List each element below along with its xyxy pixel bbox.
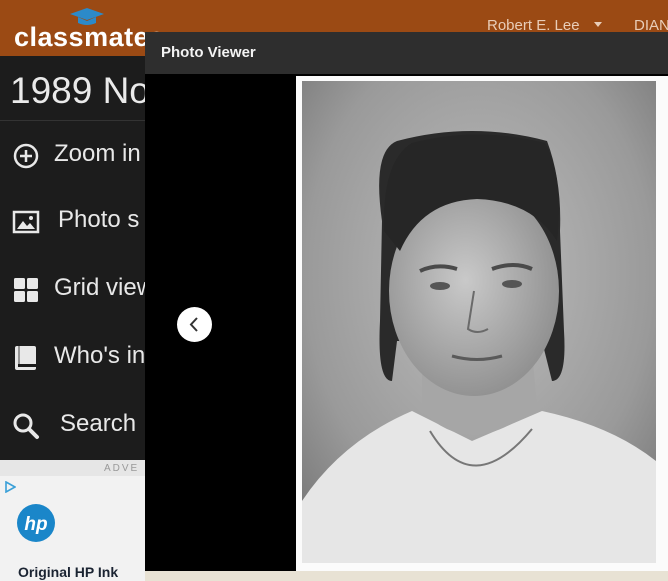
sidebar-item-whos-in[interactable]: Who's in bbox=[0, 328, 160, 388]
photo-viewer-modal: Photo Viewer bbox=[145, 32, 668, 571]
previous-photo-button[interactable] bbox=[177, 307, 212, 342]
photo-frame bbox=[296, 76, 668, 571]
classmates-logo[interactable]: classmates bbox=[14, 22, 165, 53]
yearbook-title: 1989 No bbox=[10, 70, 150, 111]
sidebar-item-label: Search bbox=[60, 410, 137, 437]
ad-header-bar: ADVE bbox=[0, 460, 160, 476]
ad-label: ADVE bbox=[104, 463, 140, 474]
modal-title: Photo Viewer bbox=[161, 44, 256, 61]
yearbook-portrait-photo[interactable] bbox=[302, 81, 656, 563]
sidebar-item-search[interactable]: Search bbox=[0, 396, 160, 456]
background-page-strip bbox=[145, 570, 668, 581]
sidebar-item-grid-view[interactable]: Grid view bbox=[0, 260, 160, 320]
modal-header: Photo Viewer bbox=[145, 32, 668, 74]
sidebar-item-zoom-in[interactable]: Zoom in bbox=[0, 126, 160, 186]
divider bbox=[0, 120, 160, 121]
photo-icon bbox=[12, 210, 40, 234]
sidebar-item-label: Grid view bbox=[54, 274, 155, 301]
ad-headline: Original HP Ink bbox=[18, 564, 119, 580]
advertisement[interactable]: ADVE hp Original HP Ink bbox=[0, 460, 160, 581]
sidebar-item-label: Photo s bbox=[58, 206, 140, 233]
sidebar-item-label: Zoom in bbox=[54, 140, 141, 167]
book-icon bbox=[15, 346, 36, 370]
hp-logo-icon: hp bbox=[17, 504, 55, 542]
search-icon bbox=[13, 413, 39, 439]
ad-choices-icon[interactable] bbox=[4, 481, 16, 493]
sidebar-item-label: Who's in bbox=[54, 342, 146, 369]
grid-icon bbox=[14, 278, 38, 302]
sidebar-item-photo-slideshow[interactable]: Photo s bbox=[0, 192, 160, 252]
chevron-left-icon bbox=[189, 317, 198, 332]
zoom-in-icon bbox=[13, 143, 39, 169]
caret-down-icon[interactable] bbox=[594, 22, 602, 27]
yearbook-sidebar: 1989 No Zoom in Photo s Grid view Who's … bbox=[0, 56, 160, 460]
svg-text:hp: hp bbox=[24, 514, 47, 535]
